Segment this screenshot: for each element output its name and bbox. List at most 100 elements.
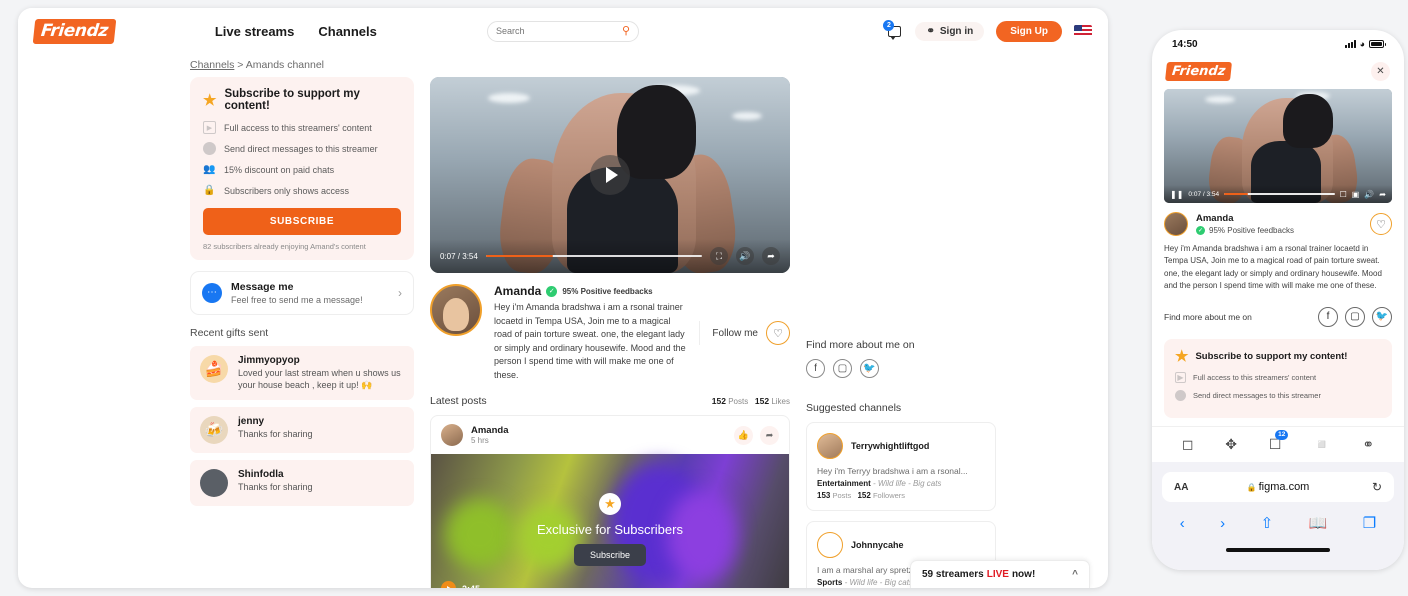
follow-label: Follow me: [712, 327, 758, 339]
post-card: Amanda 5 hrs 👍 ➦ ★ Exclusive for Subscri…: [430, 415, 790, 588]
video-progress-bar[interactable]: [485, 254, 702, 258]
share-icon[interactable]: ➦: [762, 247, 780, 265]
follow-control[interactable]: Follow me ♡: [699, 321, 790, 345]
nav-item-channels[interactable]: Channels: [318, 24, 377, 39]
pip-icon[interactable]: ▣: [1352, 190, 1360, 199]
exclusive-overlay: ★ Exclusive for Subscribers Subscribe: [431, 454, 789, 588]
messages-icon[interactable]: 2: [883, 20, 903, 40]
video-time-display: 0:07 / 3:54: [1188, 190, 1220, 198]
twitter-icon[interactable]: 🐦: [1372, 306, 1392, 327]
us-flag-icon[interactable]: [1074, 25, 1092, 37]
sign-in-button[interactable]: ⚭ Sign in: [915, 21, 985, 41]
suggested-channel-card[interactable]: Terrywhightliftgod Hey i'm Terryy bradsh…: [806, 422, 996, 511]
message-me-card[interactable]: ⋯ Message me Feel free to send me a mess…: [190, 271, 414, 315]
url-display[interactable]: 🔒 figma.com: [1247, 481, 1310, 493]
heart-icon[interactable]: ♡: [1370, 213, 1392, 235]
phone-subscribe-card: ★ Subscribe to support my content! ▶ Ful…: [1164, 338, 1392, 418]
live-streamers-bar[interactable]: 59 streamers LIVE now! ^: [910, 560, 1090, 588]
chevron-up-icon[interactable]: ^: [1072, 569, 1078, 580]
airplay-icon[interactable]: ☐: [1340, 190, 1347, 199]
facebook-icon[interactable]: f: [1318, 306, 1338, 327]
breadcrumb-parent[interactable]: Channels: [190, 59, 234, 71]
share-icon[interactable]: ➦: [1379, 190, 1386, 199]
chat-icon[interactable]: ◽: [1313, 436, 1330, 453]
home-indicator: [1226, 548, 1330, 552]
twitter-icon[interactable]: 🐦: [860, 359, 879, 378]
suggested-channel-name: Johnnycahe: [851, 540, 904, 550]
header-actions: 2 ⚭ Sign in Sign Up: [883, 20, 1092, 42]
profile-bio: Hey i'm Amanda bradshwa i am a rsonal tr…: [1164, 244, 1382, 291]
sign-up-button[interactable]: Sign Up: [996, 20, 1062, 42]
phone-video-player[interactable]: ❚❚ 0:07 / 3:54 ☐ ▣ 🔊 ➦: [1164, 89, 1392, 203]
suggested-channel-header: Terrywhightliftgod: [817, 433, 985, 459]
gallery-icon[interactable]: ☐ 12: [1269, 430, 1289, 453]
latest-posts-heading: Latest posts: [430, 395, 487, 407]
gift-item[interactable]: Shinfodla Thanks for sharing: [190, 460, 414, 507]
suggested-channel-category: Entertainment: [817, 479, 871, 488]
address-bar[interactable]: AA 🔒 figma.com ↻: [1162, 472, 1394, 502]
compass-icon[interactable]: ✥: [1225, 436, 1237, 453]
thumbs-up-icon[interactable]: 👍: [734, 425, 753, 445]
search-icon[interactable]: ⚲: [622, 25, 630, 37]
video-player[interactable]: 0:07 / 3:54 ⛶ 🔊 ➦: [430, 77, 790, 273]
facebook-icon[interactable]: f: [806, 359, 825, 378]
instagram-icon[interactable]: ▢: [833, 359, 852, 378]
brand-logo[interactable]: Friendz: [1165, 62, 1233, 81]
search-bar[interactable]: ⚲: [487, 20, 639, 42]
instagram-icon[interactable]: ▢: [1345, 306, 1365, 327]
close-icon[interactable]: ✕: [1371, 62, 1390, 81]
overlay-subscribe-button[interactable]: Subscribe: [573, 543, 647, 566]
play-icon[interactable]: [590, 155, 630, 195]
chat-circle-icon: [203, 142, 216, 155]
suggested-channel-name: Terrywhightliftgod: [851, 441, 930, 451]
pause-icon[interactable]: ❚❚: [1170, 190, 1183, 199]
subscribe-button[interactable]: SUBSCRIBE: [203, 208, 401, 235]
perk-item: ▶ Full access to this streamers' content: [203, 121, 401, 134]
suggested-followers-label: Followers: [872, 491, 906, 500]
brand-logo[interactable]: Friendz: [32, 18, 117, 44]
text-size-button[interactable]: AA: [1174, 482, 1188, 493]
posts-count-label: Posts: [728, 397, 749, 406]
subscribe-footnote: 82 subscribers already enjoying Amand's …: [203, 242, 366, 251]
phone-profile: Amanda ✓ 95% Positive feedbacks ♡: [1152, 203, 1404, 236]
heart-icon[interactable]: ♡: [766, 321, 790, 345]
post-media[interactable]: ★ Exclusive for Subscribers Subscribe 2:…: [431, 454, 789, 588]
gift-avatar-beer-icon: 🍻: [200, 416, 228, 445]
video-progress-bar[interactable]: [1224, 193, 1335, 195]
video-light: [487, 92, 530, 103]
video-progress-fill: [1224, 193, 1249, 195]
share-icon[interactable]: ⇧: [1261, 514, 1274, 532]
tabs-icon[interactable]: ❐: [1363, 514, 1376, 532]
search-input[interactable]: [496, 26, 622, 36]
volume-icon[interactable]: 🔊: [736, 247, 754, 265]
message-tail-shape: [890, 36, 897, 40]
play-icon[interactable]: [441, 581, 456, 588]
find-more-heading: Find more about me on: [1164, 311, 1252, 322]
share-icon[interactable]: ➦: [760, 425, 779, 445]
back-icon[interactable]: ‹: [1180, 515, 1185, 532]
person-icon[interactable]: ⚭: [1362, 436, 1374, 453]
exclusive-title: Exclusive for Subscribers: [537, 521, 683, 537]
right-sidebar: Find more about me on f ▢ 🐦 Suggested ch…: [806, 77, 996, 588]
gift-item[interactable]: 🍰 Jimmyopyop Loved your last stream when…: [190, 346, 414, 401]
breadcrumb-separator: >: [237, 59, 244, 71]
gift-item[interactable]: 🍻 jenny Thanks for sharing: [190, 407, 414, 454]
forward-icon[interactable]: ›: [1220, 515, 1225, 532]
suggested-channel-subtags: - Wild life - Big cats: [844, 578, 913, 587]
perk-label: Full access to this streamers' content: [1193, 372, 1317, 382]
feedback-label: 95% Positive feedbacks: [1209, 226, 1294, 235]
volume-icon[interactable]: 🔊: [1364, 190, 1374, 199]
chevron-right-icon[interactable]: ›: [398, 286, 402, 300]
video-subject-hair: [1282, 93, 1333, 149]
recent-gifts-heading: Recent gifts sent: [190, 327, 269, 339]
video-camera-icon[interactable]: ◻: [1182, 436, 1194, 453]
video-square-icon: ▶: [1175, 371, 1186, 383]
star-icon: ★: [203, 91, 217, 109]
phone-status-bar: 14:50 ◕: [1152, 30, 1404, 58]
nav-item-live-streams[interactable]: Live streams: [215, 24, 295, 39]
person-icon: ⚭: [926, 25, 935, 37]
reload-icon[interactable]: ↻: [1372, 480, 1382, 494]
bookmarks-icon[interactable]: 📖: [1309, 514, 1328, 532]
fullscreen-icon[interactable]: ⛶: [710, 247, 728, 265]
chat-circle-icon: [1175, 389, 1186, 401]
